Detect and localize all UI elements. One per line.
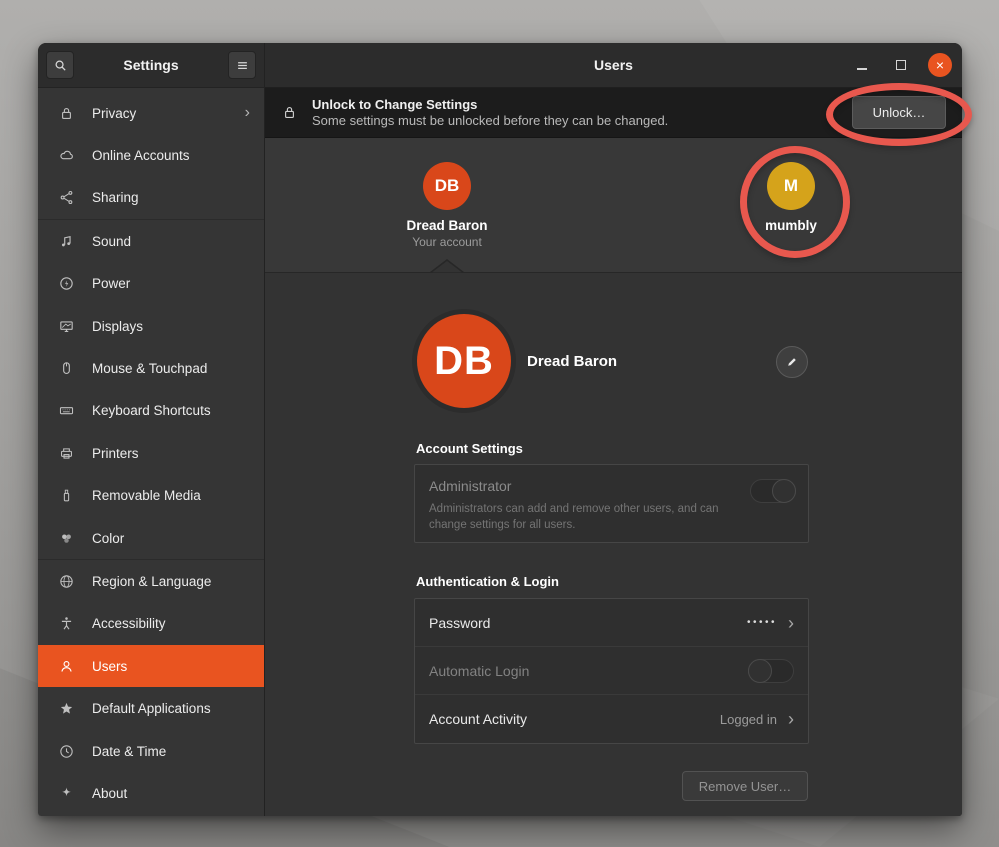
- section-title-authentication-login: Authentication & Login: [416, 574, 559, 589]
- sidebar-item-default-applications[interactable]: Default Applications: [38, 687, 264, 729]
- sidebar-item-power[interactable]: Power: [38, 263, 264, 305]
- section-title-account-settings: Account Settings: [416, 441, 523, 456]
- profile-name: Dread Baron: [527, 353, 617, 370]
- music-note-icon: [58, 233, 75, 250]
- sidebar-item-online-accounts[interactable]: Online Accounts: [38, 134, 264, 176]
- lock-icon: [281, 104, 298, 121]
- sidebar-item-users[interactable]: Users: [38, 645, 264, 687]
- maximize-button[interactable]: [889, 53, 913, 77]
- main-panel: Users × Unlock to Change Settings Some s…: [265, 43, 962, 816]
- globe-icon: [58, 573, 75, 590]
- chevron-right-icon: ›: [788, 614, 794, 632]
- close-button[interactable]: ×: [928, 53, 952, 77]
- clock-icon: [58, 743, 75, 760]
- edit-name-button[interactable]: [776, 346, 808, 378]
- sidebar-item-keyboard-shortcuts[interactable]: Keyboard Shortcuts: [38, 390, 264, 432]
- sidebar-item-region-language[interactable]: Region & Language: [38, 560, 264, 602]
- carousel-user-dread-baron[interactable]: DB Dread Baron Your account: [377, 162, 517, 249]
- sidebar-item-removable-media[interactable]: Removable Media: [38, 475, 264, 517]
- administrator-label: Administrator: [429, 478, 794, 494]
- account-activity-label: Account Activity: [429, 711, 527, 727]
- user-carousel: DB Dread Baron Your account M mumbly: [265, 138, 962, 273]
- close-icon: ×: [936, 57, 944, 73]
- sidebar-list: Privacy › Online Accounts Sharing Sound …: [38, 88, 264, 816]
- sidebar-item-privacy[interactable]: Privacy ›: [38, 92, 264, 134]
- user-subtitle: Your account: [412, 235, 482, 249]
- user-details-panel: DB Dread Baron Account Settings Administ…: [265, 273, 962, 816]
- authentication-login-card: Password ••••• › Automatic Login Account…: [414, 598, 809, 744]
- user-name: mumbly: [765, 218, 817, 233]
- printer-icon: [58, 445, 75, 462]
- account-activity-value: Logged in: [720, 712, 777, 727]
- sidebar-header: Settings: [38, 43, 264, 88]
- toggle-knob: [748, 659, 772, 683]
- account-settings-card: Administrator Administrators can add and…: [414, 464, 809, 543]
- lock-icon: [58, 105, 75, 122]
- automatic-login-label: Automatic Login: [429, 663, 529, 679]
- selected-user-notch: [430, 259, 464, 273]
- cloud-icon: [58, 147, 75, 164]
- usb-drive-icon: [58, 487, 75, 504]
- toggle-knob: [772, 479, 796, 503]
- desktop: { "window": { "sidebar": { "header": { "…: [0, 0, 999, 847]
- keyboard-icon: [58, 402, 75, 419]
- share-icon: [58, 189, 75, 206]
- mouse-icon: [58, 360, 75, 377]
- pencil-icon: [785, 355, 799, 369]
- sidebar-item-date-time[interactable]: Date & Time: [38, 730, 264, 772]
- automatic-login-toggle[interactable]: [748, 659, 794, 683]
- minimize-icon: [857, 68, 867, 70]
- password-dots: •••••: [747, 617, 777, 628]
- search-icon: [53, 58, 68, 73]
- sidebar-item-color[interactable]: Color: [38, 517, 264, 559]
- automatic-login-row: Automatic Login: [415, 647, 808, 695]
- remove-user-button[interactable]: Remove User…: [682, 771, 808, 801]
- sidebar: Settings Privacy › Online Accounts Shari…: [38, 43, 265, 816]
- unlock-banner-title: Unlock to Change Settings: [312, 97, 668, 113]
- administrator-description: Administrators can add and remove other …: [429, 501, 759, 533]
- window-controls: ×: [850, 43, 952, 87]
- sparkle-icon: [58, 785, 75, 802]
- maximize-icon: [896, 60, 906, 70]
- unlock-banner: Unlock to Change Settings Some settings …: [265, 88, 962, 138]
- sidebar-item-sound[interactable]: Sound: [38, 220, 264, 262]
- users-icon: [58, 658, 75, 675]
- sidebar-item-about[interactable]: About: [38, 772, 264, 814]
- sidebar-title: Settings: [74, 57, 228, 73]
- color-circles-icon: [58, 530, 75, 547]
- sidebar-item-sharing[interactable]: Sharing: [38, 177, 264, 219]
- menu-button[interactable]: [228, 51, 256, 79]
- chevron-right-icon: ›: [245, 105, 250, 121]
- unlock-banner-subtitle: Some settings must be unlocked before th…: [312, 113, 668, 129]
- sidebar-item-accessibility[interactable]: Accessibility: [38, 603, 264, 645]
- sidebar-item-displays[interactable]: Displays: [38, 305, 264, 347]
- avatar: M: [767, 162, 815, 210]
- avatar: DB: [423, 162, 471, 210]
- search-button[interactable]: [46, 51, 74, 79]
- administrator-toggle[interactable]: [750, 479, 796, 503]
- sidebar-item-printers[interactable]: Printers: [38, 432, 264, 474]
- monitor-icon: [58, 318, 75, 335]
- carousel-user-mumbly[interactable]: M mumbly: [721, 162, 861, 233]
- minimize-button[interactable]: [850, 53, 874, 77]
- sidebar-item-mouse-touchpad[interactable]: Mouse & Touchpad: [38, 347, 264, 389]
- hamburger-menu-icon: [235, 58, 250, 73]
- unlock-button[interactable]: Unlock…: [852, 96, 946, 129]
- headerbar: Users ×: [265, 43, 962, 88]
- password-label: Password: [429, 615, 490, 631]
- power-icon: [58, 275, 75, 292]
- star-icon: [58, 700, 75, 717]
- password-row[interactable]: Password ••••• ›: [415, 599, 808, 647]
- settings-window: Settings Privacy › Online Accounts Shari…: [38, 43, 962, 816]
- page-title: Users: [594, 57, 633, 73]
- account-activity-row[interactable]: Account Activity Logged in ›: [415, 695, 808, 743]
- chevron-right-icon: ›: [788, 710, 794, 728]
- accessibility-icon: [58, 615, 75, 632]
- user-name: Dread Baron: [406, 218, 487, 233]
- profile-avatar[interactable]: DB: [417, 314, 511, 408]
